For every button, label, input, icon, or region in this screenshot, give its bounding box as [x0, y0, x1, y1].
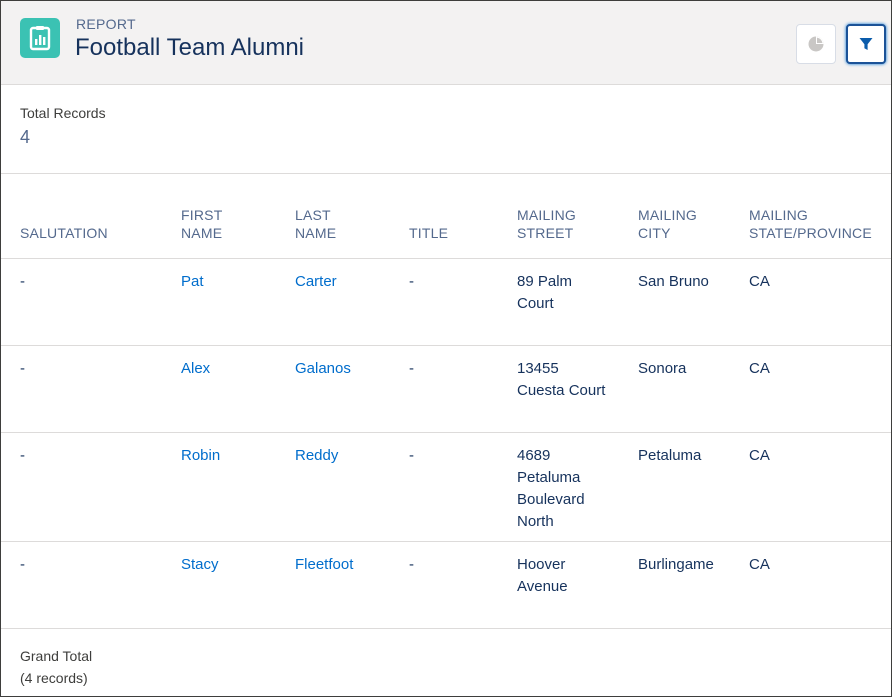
table-header: SALUTATION FIRST NAME LAST NAME TITLE MA…: [1, 174, 891, 259]
report-window: REPORT Football Team Alumni Total Record…: [0, 0, 892, 697]
summary-panel: Total Records 4: [1, 85, 891, 174]
column-header-mailing-street[interactable]: MAILING STREET: [517, 206, 627, 242]
report-icon: [20, 18, 60, 58]
cell-title: -: [409, 556, 414, 573]
page-title: Football Team Alumni: [75, 34, 305, 61]
filter-icon: [859, 38, 873, 50]
cell-mailing-state: CA: [749, 556, 770, 573]
filter-button[interactable]: [846, 24, 886, 64]
cell-mailing-street: 4689 Petaluma Boulevard North: [517, 447, 585, 530]
column-header-mailing-state[interactable]: MAILING STATE/PROVINCE: [749, 206, 872, 242]
total-records-label: Total Records: [20, 105, 106, 121]
total-records-value: 4: [20, 127, 31, 147]
last-name-link[interactable]: Reddy: [295, 445, 338, 467]
table-row: - Alex Galanos - 13455 Cuesta Court Sono…: [1, 346, 891, 433]
first-name-link[interactable]: Stacy: [181, 554, 219, 576]
column-header-first-name[interactable]: FIRST NAME: [181, 206, 222, 242]
column-header-title[interactable]: TITLE: [409, 224, 448, 242]
page-eyebrow: REPORT: [76, 16, 136, 32]
last-name-link[interactable]: Fleetfoot: [295, 554, 353, 576]
cell-title: -: [409, 273, 414, 290]
cell-mailing-street: 89 Palm Court: [517, 273, 573, 312]
last-name-link[interactable]: Galanos: [295, 358, 351, 380]
cell-salutation: -: [20, 447, 25, 464]
column-header-last-name[interactable]: LAST NAME: [295, 206, 336, 242]
pie-chart-icon: [808, 36, 824, 52]
cell-salutation: -: [20, 556, 25, 573]
table-row: - Stacy Fleetfoot - Hoover Avenue Burlin…: [1, 542, 891, 629]
cell-mailing-city: Petaluma: [638, 447, 702, 464]
column-header-mailing-city[interactable]: MAILING CITY: [638, 206, 697, 242]
table-row: - Pat Carter - 89 Palm Court San Bruno C…: [1, 259, 891, 346]
page-header: REPORT Football Team Alumni: [1, 1, 891, 85]
cell-title: -: [409, 360, 414, 377]
cell-salutation: -: [20, 273, 25, 290]
cell-mailing-city: Sonora: [638, 360, 687, 377]
cell-mailing-street: 13455 Cuesta Court: [517, 360, 606, 399]
cell-mailing-state: CA: [749, 447, 770, 464]
first-name-link[interactable]: Alex: [181, 358, 210, 380]
chart-button[interactable]: [796, 24, 836, 64]
grand-total-label: Grand Total: [20, 648, 93, 664]
cell-salutation: -: [20, 360, 25, 377]
column-header-salutation[interactable]: SALUTATION: [20, 224, 108, 242]
grand-total-count: (4 records): [20, 670, 88, 686]
cell-mailing-city: San Bruno: [638, 273, 709, 290]
first-name-link[interactable]: Pat: [181, 271, 204, 293]
first-name-link[interactable]: Robin: [181, 445, 220, 467]
table-row: - Robin Reddy - 4689 Petaluma Boulevard …: [1, 433, 891, 542]
cell-mailing-state: CA: [749, 273, 770, 290]
cell-title: -: [409, 447, 414, 464]
cell-mailing-state: CA: [749, 360, 770, 377]
last-name-link[interactable]: Carter: [295, 271, 337, 293]
grand-total-footer: Grand Total (4 records): [1, 629, 891, 696]
cell-mailing-city: Burlingame: [638, 556, 714, 573]
cell-mailing-street: Hoover Avenue: [517, 556, 568, 595]
